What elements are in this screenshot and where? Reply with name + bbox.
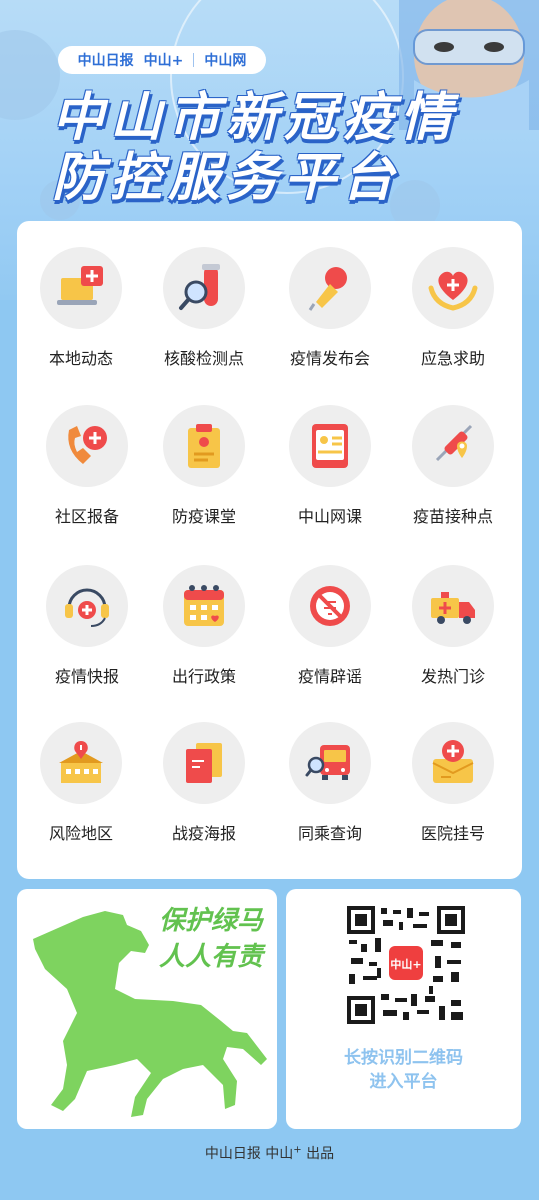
- service-risk-areas[interactable]: 风险地区: [21, 722, 141, 844]
- divider: [193, 53, 195, 67]
- icon-background: [46, 565, 128, 647]
- service-online-class[interactable]: 中山网课: [270, 405, 390, 527]
- service-local-news[interactable]: 本地动态: [21, 247, 141, 369]
- icon-background: [289, 247, 371, 329]
- service-label: 医院挂号: [420, 824, 485, 843]
- service-label: 核酸检测点: [163, 349, 244, 368]
- service-epidemic-posters[interactable]: 战疫海报: [144, 722, 264, 844]
- icon-background: [163, 722, 245, 804]
- service-label: 风险地区: [48, 824, 113, 843]
- icon-background: [289, 565, 371, 647]
- service-label: 应急求助: [420, 349, 485, 368]
- service-rumor-debunk[interactable]: 疫情辟谣: [270, 565, 390, 687]
- service-label: 疫苗接种点: [412, 507, 493, 526]
- qr-instruction-line1: 长按识别二维码: [344, 1048, 463, 1068]
- page-title-line2: 防控服务平台: [52, 148, 401, 208]
- service-nucleic-test-sites[interactable]: 核酸检测点: [144, 247, 264, 369]
- footer-text: 中山日报 中山: [204, 1146, 294, 1162]
- service-label: 疫情快报: [54, 667, 119, 686]
- icon-background: [289, 405, 371, 487]
- qr-instruction-line2: 进入平台: [369, 1072, 438, 1092]
- calendar-icon: [184, 585, 224, 626]
- ambulance-icon: [431, 592, 475, 624]
- service-label: 疫情辟谣: [297, 667, 362, 686]
- icon-background: [163, 247, 245, 329]
- service-label: 社区报备: [54, 507, 119, 526]
- online-class-icon: [312, 424, 348, 468]
- service-co-passenger-lookup[interactable]: 同乘查询: [270, 722, 390, 844]
- test-tube-magnifier-icon: [179, 264, 220, 310]
- microphone-icon: [308, 267, 347, 311]
- service-label: 出行政策: [171, 667, 236, 686]
- qr-panel: 中山+ 长按识别二维码 进入平台: [286, 889, 521, 1129]
- service-label: 同乘查询: [297, 824, 362, 843]
- icon-background: [412, 247, 494, 329]
- service-label: 发热门诊: [420, 667, 485, 686]
- green-horse-panel: 保护绿马 人人有责: [17, 889, 277, 1129]
- heart-hands-icon: [428, 271, 478, 311]
- clipboard-icon: [188, 424, 220, 468]
- footer-credit: 中山日报 中山+ 出品: [0, 1143, 539, 1163]
- icon-background: [412, 405, 494, 487]
- icon-background: [289, 722, 371, 804]
- page-title-line1: 中山市新冠疫情: [52, 88, 459, 148]
- media-logos: 中山日报 中山+ 中山网: [58, 46, 266, 74]
- poster-icon: [186, 743, 222, 783]
- service-emergency-help[interactable]: 应急求助: [393, 247, 513, 369]
- icon-background: [163, 565, 245, 647]
- green-horse-slogan: 保护绿马 人人有责: [159, 903, 263, 975]
- service-label: 疫情发布会: [289, 349, 370, 368]
- service-press-conference[interactable]: 疫情发布会: [270, 247, 390, 369]
- service-label: 本地动态: [48, 349, 113, 368]
- logo-zhongshan-plus: 中山+: [143, 53, 184, 69]
- icon-background: [40, 722, 122, 804]
- bus-search-icon: [305, 745, 350, 780]
- laptop-news-icon: [57, 266, 103, 305]
- virus-decoration: [0, 30, 60, 120]
- logo-zhongshan-daily: 中山日报: [77, 53, 134, 69]
- qr-center-label: 中山+: [390, 957, 421, 971]
- slogan-line2: 人人有责: [158, 942, 263, 972]
- icon-background: [412, 565, 494, 647]
- no-rumor-icon: [310, 586, 350, 626]
- slogan-line1: 保护绿马: [158, 906, 263, 936]
- hospital-card-icon: [432, 740, 474, 783]
- service-fever-clinic[interactable]: 发热门诊: [393, 565, 513, 687]
- headset-icon: [65, 588, 109, 627]
- icon-background: [46, 405, 128, 487]
- service-epidemic-bulletin[interactable]: 疫情快报: [27, 565, 147, 687]
- service-label: 中山网课: [297, 507, 362, 526]
- syringe-location-icon: [435, 424, 473, 462]
- qr-code[interactable]: 中山+: [347, 906, 465, 1024]
- service-vaccination-sites[interactable]: 疫苗接种点: [393, 405, 513, 527]
- footer-suffix: 出品: [301, 1146, 335, 1162]
- icon-background: [40, 247, 122, 329]
- service-label: 战疫海报: [171, 824, 236, 843]
- service-label: 防疫课堂: [171, 507, 236, 526]
- phone-medical-icon: [68, 426, 107, 464]
- icon-background: [412, 722, 494, 804]
- risk-building-icon: [59, 741, 103, 783]
- icon-background: [163, 405, 245, 487]
- service-prevention-class[interactable]: 防疫课堂: [144, 405, 264, 527]
- service-hospital-registration[interactable]: 医院挂号: [393, 722, 513, 844]
- services-card: 本地动态 核酸检测点 疫情发布会 应急求助 社区报备 防疫课堂 中山网课 疫苗接…: [17, 221, 522, 879]
- service-community-report[interactable]: 社区报备: [27, 405, 147, 527]
- footer-plus: +: [293, 1144, 302, 1156]
- service-travel-policy[interactable]: 出行政策: [144, 565, 264, 687]
- logo-zhongshan-net: 中山网: [204, 53, 247, 69]
